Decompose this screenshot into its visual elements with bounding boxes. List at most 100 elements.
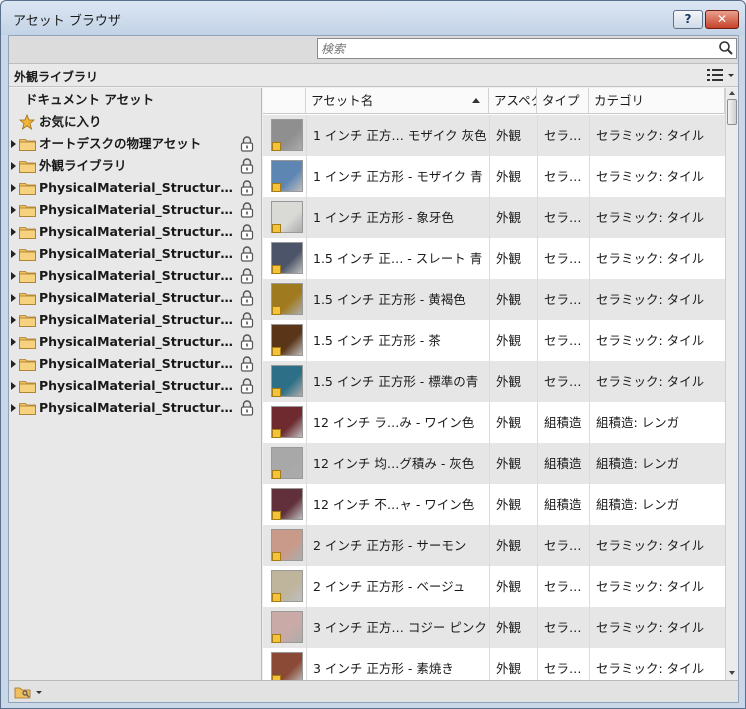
folder-key-icon[interactable] <box>13 684 43 700</box>
table-row[interactable]: 1.5 インチ 正… - スレート 青外観 セラ… セラミック: タイル <box>263 238 725 279</box>
help-button[interactable]: ? <box>673 10 703 29</box>
magnifier-icon[interactable] <box>718 40 734 56</box>
cell-type: セラ… <box>537 279 589 320</box>
cell-category: セラミック: タイル <box>589 320 725 361</box>
warning-badge-icon <box>272 511 281 520</box>
expand-arrow-icon[interactable] <box>11 272 16 280</box>
table-row[interactable]: 1.5 インチ 正方形 - 標準の青 外観 セラ… セラミック: タイル <box>263 361 725 402</box>
cell-aspect: 外観 <box>489 648 537 680</box>
expand-arrow-icon[interactable] <box>11 316 16 324</box>
vertical-scrollbar[interactable] <box>725 88 738 680</box>
asset-browser-window: アセット ブラウザ ? ✕ 外観ライブラリ ドキ <box>0 0 746 709</box>
warning-badge-icon <box>272 224 281 233</box>
expand-arrow-icon[interactable] <box>11 382 16 390</box>
tree-item-library[interactable]: PhysicalMaterial_Structural_… <box>9 199 262 221</box>
cell-asset-name: 1.5 インチ 正方形 - 標準の青 <box>306 361 489 402</box>
expand-arrow-icon[interactable] <box>11 360 16 368</box>
cell-asset-name: 2 インチ 正方形 - サーモン <box>306 525 489 566</box>
star-icon <box>19 114 35 130</box>
cell-type: セラ… <box>537 238 589 279</box>
column-asset-name[interactable]: アセット名 <box>306 88 489 114</box>
table-row[interactable]: 1 インチ 正方… モザイク 灰色 外観 セラ… セラミック: タイル <box>263 115 725 156</box>
tree-item-library[interactable]: PhysicalMaterial_Structural_… <box>9 331 262 353</box>
expand-arrow-icon[interactable] <box>11 162 16 170</box>
expand-arrow-icon[interactable] <box>11 404 16 412</box>
tree-item-library[interactable]: PhysicalMaterial_Structural_… <box>9 243 262 265</box>
column-thumbnail[interactable] <box>263 88 306 114</box>
tree-item-label: PhysicalMaterial_Structural_… <box>39 400 237 415</box>
tree-item-library[interactable]: PhysicalMaterial_Structural_… <box>9 221 262 243</box>
table-row[interactable]: 3 インチ 正方… コジー ピンク 外観 セラ… セラミック: タイル <box>263 607 725 648</box>
tree-item-document-assets[interactable]: ドキュメント アセット <box>9 89 262 111</box>
sort-ascending-icon <box>472 98 480 103</box>
cell-aspect: 外観 <box>489 484 537 525</box>
tree-item-library[interactable]: PhysicalMaterial_Structural_… <box>9 353 262 375</box>
tree-item-label: PhysicalMaterial_Structural_… <box>39 290 237 305</box>
table-row[interactable]: 1.5 インチ 正方形 - 黄褐色 外観 セラ… セラミック: タイル <box>263 279 725 320</box>
column-aspect[interactable]: アスペクト <box>489 88 537 114</box>
tree-item-library[interactable]: PhysicalMaterial_Structural_… <box>9 375 262 397</box>
column-label: アセット名 <box>311 93 374 108</box>
expand-arrow-icon[interactable] <box>11 338 16 346</box>
column-category[interactable]: カテゴリ <box>589 88 725 114</box>
tree-item-library[interactable]: PhysicalMaterial_Structural_… <box>9 309 262 331</box>
scroll-down-arrow-icon[interactable] <box>729 671 735 675</box>
table-row[interactable]: 1.5 インチ 正方形 - 茶外観 セラ… セラミック: タイル <box>263 320 725 361</box>
folder-icon <box>19 249 36 261</box>
warning-badge-icon <box>272 388 281 397</box>
cell-aspect: 外観 <box>489 566 537 607</box>
expand-arrow-icon[interactable] <box>11 294 16 302</box>
title-bar[interactable]: アセット ブラウザ ? ✕ <box>1 1 745 35</box>
folder-icon <box>19 139 36 151</box>
lock-icon <box>240 224 254 240</box>
cell-aspect: 外観 <box>489 361 537 402</box>
column-type[interactable]: タイプ <box>537 88 589 114</box>
table-row[interactable]: 12 インチ 不…ャ - ワイン色 外観 組積造 組積造: レンガ <box>263 484 725 525</box>
scroll-up-arrow-icon[interactable] <box>729 91 735 95</box>
warning-badge-icon <box>272 183 281 192</box>
warning-badge-icon <box>272 593 281 602</box>
cell-type: セラ… <box>537 607 589 648</box>
table-row[interactable]: 2 インチ 正方形 - ベージュ 外観 セラ… セラミック: タイル <box>263 566 725 607</box>
tree-item-label: 外観ライブラリ <box>39 158 127 173</box>
table-row[interactable]: 2 インチ 正方形 - サーモン 外観 セラ… セラミック: タイル <box>263 525 725 566</box>
tree-item-label: オートデスクの物理アセット <box>39 136 202 151</box>
cell-aspect: 外観 <box>489 197 537 238</box>
tree-item-library[interactable]: PhysicalMaterial_Structural_… <box>9 265 262 287</box>
cell-aspect: 外観 <box>489 607 537 648</box>
cell-type: セラ… <box>537 156 589 197</box>
cell-category: セラミック: タイル <box>589 566 725 607</box>
table-row[interactable]: 12 インチ 均…グ積み - 灰色 外観 組積造 組積造: レンガ <box>263 443 725 484</box>
warning-badge-icon <box>272 265 281 274</box>
tree-item-favorites[interactable]: お気に入り <box>9 111 262 133</box>
warning-badge-icon <box>272 470 281 479</box>
close-button[interactable]: ✕ <box>705 10 739 29</box>
cell-aspect: 外観 <box>489 443 537 484</box>
table-row[interactable]: 3 インチ 正方形 - 素焼き 外観 セラ… セラミック: タイル <box>263 648 725 680</box>
list-view-icon[interactable] <box>705 67 735 83</box>
expand-arrow-icon[interactable] <box>11 250 16 258</box>
search-input[interactable] <box>321 40 711 57</box>
lock-icon <box>240 202 254 218</box>
tree-item-library[interactable]: PhysicalMaterial_Structural_… <box>9 287 262 309</box>
cell-type: セラ… <box>537 115 589 156</box>
cell-type: セラ… <box>537 648 589 680</box>
tree-item-library[interactable]: PhysicalMaterial_Structural_… <box>9 177 262 199</box>
tree-item-label: PhysicalMaterial_Structural_… <box>39 378 237 393</box>
expand-arrow-icon[interactable] <box>11 206 16 214</box>
tree-item-library[interactable]: 外観ライブラリ <box>9 155 262 177</box>
expand-arrow-icon[interactable] <box>11 228 16 236</box>
lock-icon <box>240 268 254 284</box>
expand-arrow-icon[interactable] <box>11 140 16 148</box>
search-box[interactable] <box>317 38 737 59</box>
table-row[interactable]: 1 インチ 正方形 - 象牙色 外観 セラ… セラミック: タイル <box>263 197 725 238</box>
tree-item-library[interactable]: オートデスクの物理アセット <box>9 133 262 155</box>
scroll-thumb[interactable] <box>727 99 737 125</box>
expand-arrow-icon[interactable] <box>11 184 16 192</box>
folder-icon <box>19 403 36 415</box>
cell-asset-name: 2 インチ 正方形 - ベージュ <box>306 566 489 607</box>
cell-asset-name: 12 インチ ラ…み - ワイン色 <box>306 402 489 443</box>
table-row[interactable]: 12 インチ ラ…み - ワイン色 外観 組積造 組積造: レンガ <box>263 402 725 443</box>
tree-item-library[interactable]: PhysicalMaterial_Structural_… <box>9 397 262 419</box>
table-row[interactable]: 1 インチ 正方形 - モザイク 青外観 セラ… セラミック: タイル <box>263 156 725 197</box>
